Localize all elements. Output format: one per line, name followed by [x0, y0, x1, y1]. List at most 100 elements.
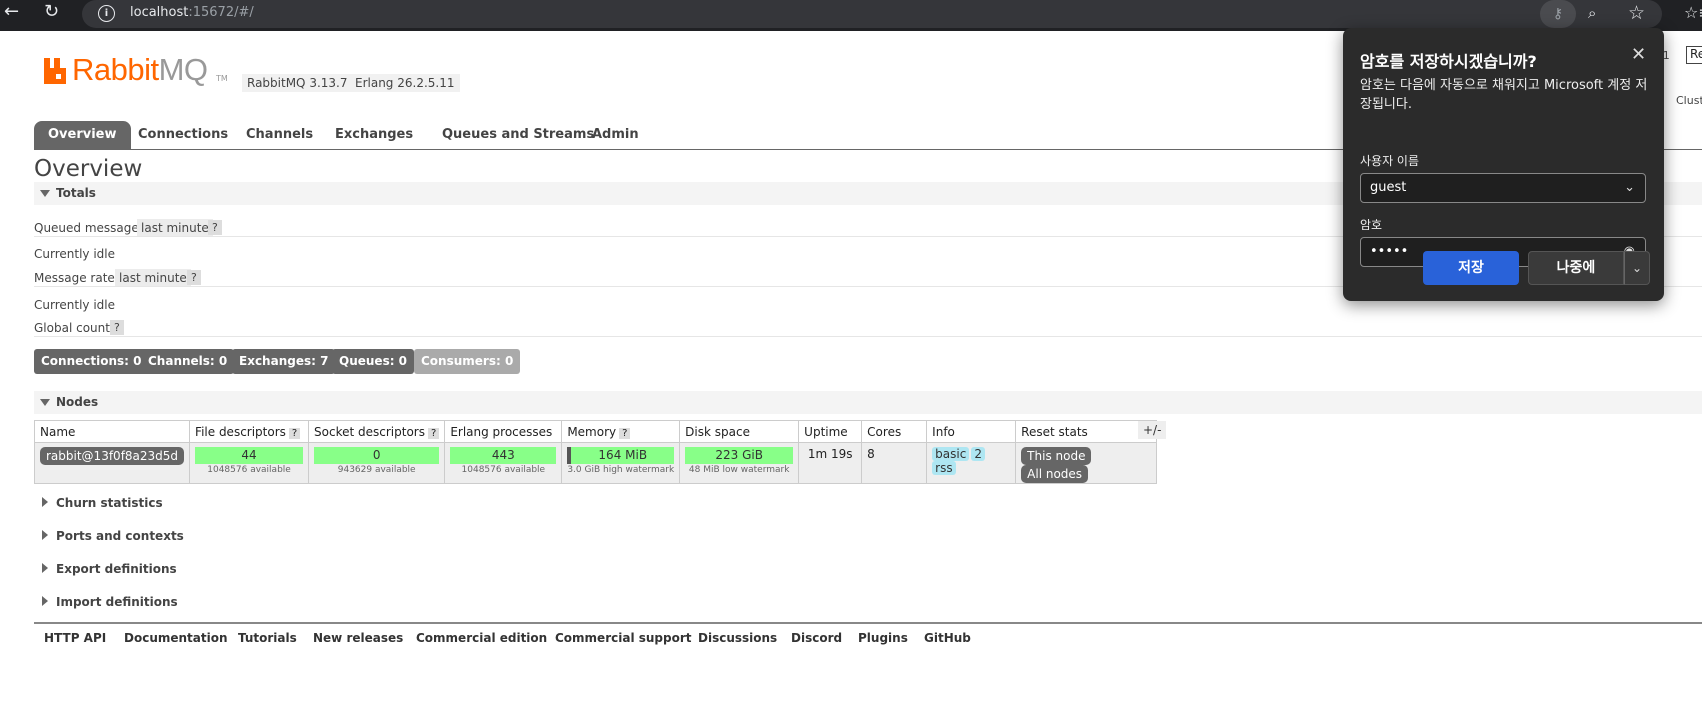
- help-button[interactable]: ?: [110, 320, 124, 335]
- close-icon[interactable]: ✕: [1631, 44, 1646, 65]
- reset-all-nodes-button[interactable]: All nodes: [1021, 465, 1089, 483]
- node-name-link[interactable]: rabbit@13f0f8a23d5d: [40, 447, 185, 465]
- sd-bar: 0: [314, 447, 440, 464]
- password-key-icon[interactable]: ⚷: [1540, 0, 1576, 28]
- node-name-cell: rabbit@13f0f8a23d5d: [33, 442, 191, 484]
- fd-bar: 44: [195, 447, 304, 464]
- connections-count-button[interactable]: Connections: 0: [34, 349, 149, 374]
- nodes-section-header[interactable]: Nodes: [34, 391, 1702, 414]
- cluster-label-clip: Clust: [1676, 94, 1702, 107]
- consumers-count-button[interactable]: Consumers: 0: [414, 349, 521, 374]
- footer-link-commercial-support[interactable]: Commercial support: [555, 631, 692, 645]
- footer-link-tutorials[interactable]: Tutorials: [238, 631, 297, 645]
- reset-this-node-button[interactable]: This node: [1021, 447, 1092, 465]
- totals-heading: Totals: [56, 186, 96, 200]
- star-icon[interactable]: ☆: [1628, 2, 1645, 24]
- table-row: rabbit@13f0f8a23d5d 44 1048576 available…: [33, 442, 1158, 484]
- col-info: Info: [926, 420, 1017, 443]
- favorites-icon[interactable]: ☆≡: [1684, 3, 1702, 22]
- back-icon[interactable]: ←: [4, 1, 19, 22]
- password-label: 암호: [1360, 218, 1383, 232]
- rates-range-select[interactable]: last minute: [115, 269, 191, 287]
- username-label: 사용자 이름: [1360, 154, 1420, 168]
- col-reset-stats: Reset stats: [1015, 420, 1158, 443]
- dialog-title: 암호를 저장하시겠습니까?: [1360, 52, 1537, 71]
- disk-watermark: 48 MiB low watermark: [688, 465, 790, 475]
- memory-bar[interactable]: 164 MiB: [567, 447, 675, 464]
- footer-link-discussions[interactable]: Discussions: [698, 631, 777, 645]
- nodes-table: Name File descriptors? Socket descriptor…: [33, 420, 1158, 484]
- info-tag-rss[interactable]: rss: [932, 461, 956, 475]
- col-name: Name: [33, 420, 191, 443]
- tab-exchanges[interactable]: Exchanges: [321, 121, 427, 149]
- info-tag-count[interactable]: 2: [971, 447, 985, 461]
- churn-statistics-section[interactable]: Churn statistics: [42, 496, 163, 510]
- queued-range-select[interactable]: last minute: [137, 219, 213, 237]
- zoom-icon[interactable]: ⌕: [1588, 4, 1596, 22]
- tab-overview[interactable]: Overview: [34, 121, 131, 149]
- expanded-triangle-icon: [40, 190, 50, 197]
- username-field[interactable]: guest ⌄: [1360, 173, 1646, 203]
- footer-link-http-api[interactable]: HTTP API: [44, 631, 106, 645]
- save-button[interactable]: 저장: [1423, 251, 1519, 285]
- col-file-descriptors: File descriptors?: [189, 420, 310, 443]
- divider: [34, 336, 1702, 337]
- column-toggle-button[interactable]: +/-: [1138, 421, 1167, 439]
- help-button[interactable]: ?: [428, 427, 440, 439]
- col-disk-space: Disk space: [679, 420, 800, 443]
- rabbitmq-logo-icon: [44, 58, 66, 84]
- logo[interactable]: RabbitMQ: [72, 52, 208, 88]
- tab-admin[interactable]: Admin: [578, 121, 653, 149]
- col-memory: Memory?: [561, 420, 681, 443]
- cores-cell: 8: [861, 442, 928, 484]
- reload-icon[interactable]: ↻: [44, 1, 59, 22]
- erlang-version: Erlang 26.2.5.11: [350, 74, 460, 92]
- refresh-select-clip[interactable]: Re: [1686, 46, 1702, 64]
- ep-available: 1048576 available: [461, 465, 546, 475]
- help-button[interactable]: ?: [208, 220, 222, 235]
- address-bar[interactable]: [82, 0, 1662, 28]
- disk-cell: 223 GiB 48 MiB low watermark: [679, 442, 800, 484]
- disk-bar: 223 GiB: [685, 447, 794, 464]
- tab-channels[interactable]: Channels: [232, 121, 327, 149]
- help-button[interactable]: ?: [288, 427, 301, 439]
- help-button[interactable]: ?: [187, 270, 201, 285]
- memory-watermark: 3.0 GiB high watermark: [567, 465, 675, 475]
- queues-count-button[interactable]: Queues: 0: [332, 349, 415, 374]
- footer-link-documentation[interactable]: Documentation: [124, 631, 228, 645]
- reset-cell: This node All nodes: [1015, 442, 1158, 484]
- footer-link-plugins[interactable]: Plugins: [858, 631, 908, 645]
- ep-cell: 443 1048576 available: [444, 442, 563, 484]
- global-counts-label: Global counts: [34, 321, 117, 335]
- channels-count-button[interactable]: Channels: 0: [141, 349, 235, 374]
- chevron-down-icon[interactable]: ⌄: [1624, 174, 1635, 202]
- export-definitions-section[interactable]: Export definitions: [42, 562, 177, 576]
- footer-link-new-releases[interactable]: New releases: [313, 631, 403, 645]
- ports-and-contexts-section[interactable]: Ports and contexts: [42, 529, 184, 543]
- import-definitions-section[interactable]: Import definitions: [42, 595, 178, 609]
- url-text[interactable]: localhost:15672/#/: [130, 5, 254, 20]
- nodes-heading: Nodes: [56, 395, 99, 409]
- col-erlang-processes: Erlang processes: [444, 420, 563, 443]
- footer-link-discord[interactable]: Discord: [791, 631, 842, 645]
- tab-connections[interactable]: Connections: [124, 121, 242, 149]
- footer-link-github[interactable]: GitHub: [924, 631, 971, 645]
- collapsed-triangle-icon: [42, 563, 48, 573]
- col-cores: Cores: [861, 420, 928, 443]
- site-info-icon[interactable]: i: [98, 5, 115, 22]
- footer-link-commercial-edition[interactable]: Commercial edition: [416, 631, 547, 645]
- table-header-row: Name File descriptors? Socket descriptor…: [33, 420, 1158, 443]
- dialog-description: 암호는 다음에 자동으로 채워지고 Microsoft 계정 저장됩니다.: [1360, 78, 1648, 112]
- queued-idle-text: Currently idle: [34, 247, 115, 261]
- col-socket-descriptors: Socket descriptors?: [308, 420, 446, 443]
- more-options-chevron-icon[interactable]: ⌄: [1624, 251, 1650, 285]
- later-button[interactable]: 나중에: [1528, 251, 1624, 285]
- exchanges-count-button[interactable]: Exchanges: 7: [232, 349, 336, 374]
- ep-bar: 443: [450, 447, 557, 464]
- help-button[interactable]: ?: [619, 427, 631, 439]
- footer-divider: [34, 622, 1702, 624]
- uptime-cell: 1m 19s: [798, 442, 863, 484]
- sd-available: 943629 available: [337, 465, 416, 475]
- logo-trademark: TM: [216, 74, 228, 83]
- info-tag-basic[interactable]: basic: [932, 447, 970, 461]
